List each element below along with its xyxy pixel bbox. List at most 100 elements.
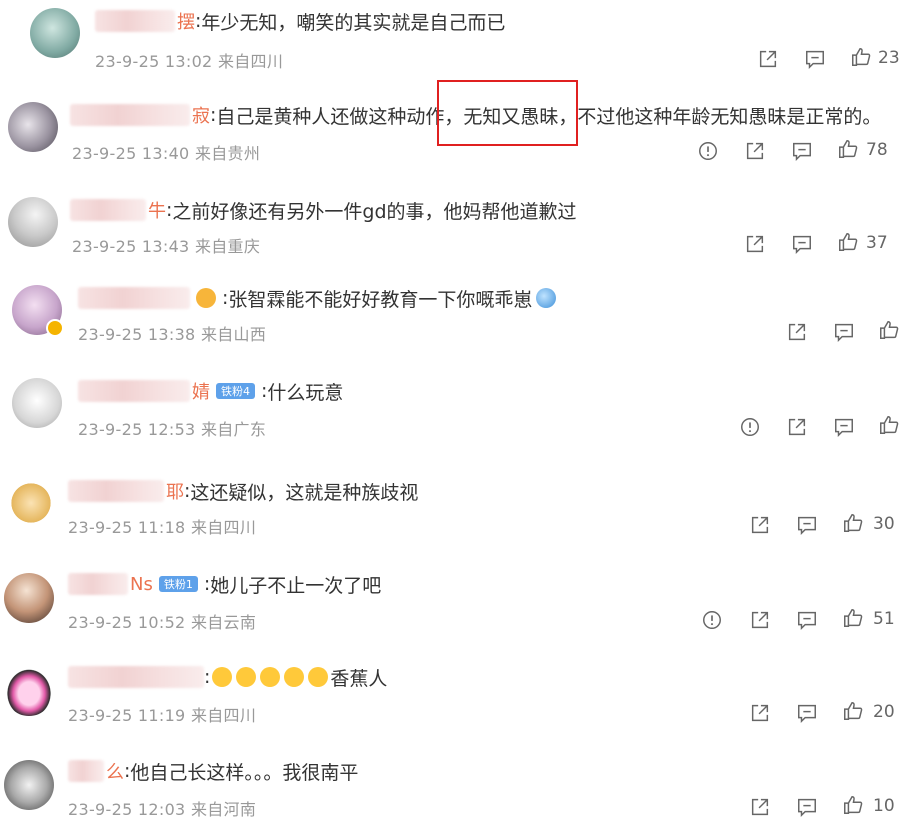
avatar[interactable]: [4, 573, 54, 623]
comment-text: 他自己长这样。。。我很南平: [130, 761, 359, 784]
comment-text: 这还疑似，这就是种族歧视: [190, 481, 419, 504]
comment-text: 张智霖能不能好好教育一下你嘅乖崽: [228, 288, 533, 311]
comment-text: 之前好像还有另外一件gd的事，他妈帮他道歉过: [172, 200, 577, 223]
username-blurred[interactable]: [78, 380, 190, 402]
comment-time: 23-9-25 13:02: [95, 52, 213, 71]
comment-location: 来自四川: [190, 518, 257, 537]
thumbs-up-icon[interactable]: [842, 512, 864, 534]
comment-item: : 香蕉人 23-9-25 11:19 来自四川 20: [0, 658, 900, 750]
avatar[interactable]: [6, 478, 56, 528]
comment-icon[interactable]: [791, 233, 813, 255]
report-icon[interactable]: [701, 609, 723, 631]
thumbs-up-icon[interactable]: [842, 607, 864, 629]
crying-emoji-icon: [236, 667, 257, 687]
share-icon[interactable]: [749, 796, 771, 818]
share-icon[interactable]: [749, 702, 771, 724]
highlight-box: [437, 80, 578, 146]
share-icon[interactable]: [786, 321, 808, 343]
comment-time: 23-9-25 10:52: [68, 613, 186, 632]
username-blurred[interactable]: [70, 104, 190, 126]
thumbs-up-icon[interactable]: [850, 46, 872, 68]
username[interactable]: 么: [106, 758, 124, 784]
comment-location: 来自河南: [190, 800, 257, 819]
comment-location: 来自贵州: [194, 144, 261, 163]
comment-text: 香蕉人: [330, 667, 388, 690]
like-count: 10: [873, 796, 895, 816]
comment-icon[interactable]: [796, 514, 818, 536]
comment-item: 婧 铁粉4 : 什么玩意 23-9-25 12:53 来自广东: [0, 370, 900, 460]
comment-location: 来自山西: [200, 325, 267, 344]
avatar[interactable]: [4, 760, 54, 810]
comment-time: 23-9-25 12:53: [78, 420, 196, 439]
username-blurred[interactable]: [68, 760, 104, 782]
thumbs-up-icon[interactable]: [842, 700, 864, 722]
share-icon[interactable]: [744, 233, 766, 255]
comment-icon[interactable]: [833, 321, 855, 343]
share-icon[interactable]: [757, 48, 779, 70]
username-blurred[interactable]: [70, 199, 146, 221]
crying-emoji-icon: [260, 667, 281, 687]
comment-location: 来自广东: [200, 420, 267, 439]
comment-item: Ns 铁粉1 : 她儿子不止一次了吧 23-9-25 10:52 来自云南 51: [0, 565, 900, 655]
username-blurred[interactable]: [95, 10, 175, 32]
crown-emoji-icon: [196, 288, 216, 308]
username-blurred[interactable]: [68, 480, 164, 502]
username[interactable]: 耶: [166, 478, 184, 504]
thumbs-up-icon[interactable]: [837, 231, 859, 253]
comment-text: 什么玩意: [267, 381, 344, 404]
like-count: 37: [866, 233, 888, 253]
share-icon[interactable]: [786, 416, 808, 438]
comment-time: 23-9-25 13:40: [72, 144, 190, 163]
comment-location: 来自四川: [190, 706, 257, 725]
comment-icon[interactable]: [833, 416, 855, 438]
like-count: 20: [873, 702, 895, 722]
avatar[interactable]: [12, 378, 62, 428]
comment-location: 来自重庆: [194, 237, 261, 256]
like-count: 30: [873, 514, 895, 534]
thumbs-up-icon[interactable]: [842, 794, 864, 816]
username-blurred[interactable]: [78, 287, 190, 309]
avatar[interactable]: [8, 102, 58, 152]
like-count: 51: [873, 609, 895, 629]
comment-item: 耶 : 这还疑似，这就是种族歧视 23-9-25 11:18 来自四川 30: [0, 470, 900, 560]
comment-item: 摆 : 年少无知，嘲笑的其实就是自己而已 23-9-25 13:02 来自四川 …: [0, 0, 900, 80]
comment-icon[interactable]: [791, 140, 813, 162]
comment-item: 牛 : 之前好像还有另外一件gd的事，他妈帮他道歉过 23-9-25 13:43…: [0, 185, 900, 275]
crying-emoji-icon: [212, 667, 233, 687]
username[interactable]: Ns: [130, 574, 153, 595]
username-blurred[interactable]: [68, 573, 128, 595]
comment-location: 来自四川: [217, 52, 284, 71]
share-icon[interactable]: [744, 140, 766, 162]
report-icon[interactable]: [739, 416, 761, 438]
verified-badge-icon: [46, 319, 64, 337]
thumbs-up-icon[interactable]: [878, 414, 900, 436]
username[interactable]: 摆: [177, 8, 195, 34]
username[interactable]: 牛: [148, 197, 166, 223]
thumbs-up-icon[interactable]: [837, 138, 859, 160]
report-icon[interactable]: [697, 140, 719, 162]
comment-time: 23-9-25 13:43: [72, 237, 190, 256]
comment-icon[interactable]: [796, 609, 818, 631]
thumbs-up-icon[interactable]: [878, 319, 900, 341]
comment-time: 23-9-25 11:19: [68, 706, 186, 725]
share-icon[interactable]: [749, 514, 771, 536]
like-count: 78: [866, 140, 888, 160]
comment-icon[interactable]: [796, 796, 818, 818]
comment-time: 23-9-25 11:18: [68, 518, 186, 537]
avatar[interactable]: [30, 8, 80, 58]
comment-icon[interactable]: [796, 702, 818, 724]
comment-time: 23-9-25 12:03: [68, 800, 186, 819]
comment-location: 来自云南: [190, 613, 257, 632]
comment-icon[interactable]: [804, 48, 826, 70]
comment-item: 么 : 他自己长这样。。。我很南平 23-9-25 12:03 来自河南 10: [0, 752, 900, 830]
comment-text: 年少无知，嘲笑的其实就是自己而已: [201, 11, 506, 34]
comment-text: 她儿子不止一次了吧: [210, 574, 382, 597]
fan-badge: 铁粉4: [216, 383, 255, 399]
avatar[interactable]: [8, 197, 58, 247]
avatar[interactable]: [4, 666, 54, 716]
crying-emoji-icon: [284, 667, 305, 687]
username[interactable]: 寂: [192, 102, 210, 128]
comment-time: 23-9-25 13:38: [78, 325, 196, 344]
username-blurred[interactable]: [68, 666, 204, 688]
share-icon[interactable]: [749, 609, 771, 631]
